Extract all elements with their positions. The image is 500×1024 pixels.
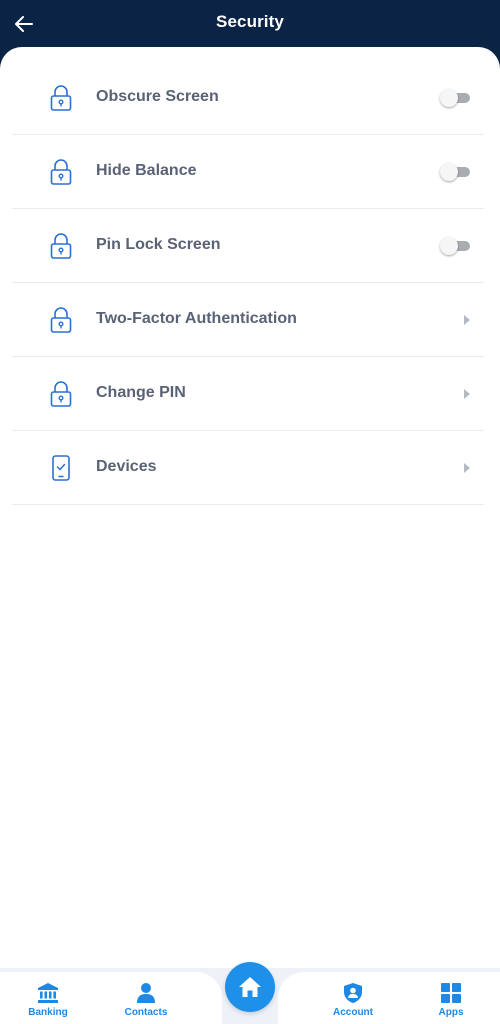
bank-icon (38, 983, 58, 1003)
page-title: Security (216, 12, 284, 31)
content-sheet: Obscure Screen Hide Balance Pin Lock Scr… (0, 47, 500, 1024)
obscure-screen-toggle[interactable] (440, 89, 472, 107)
grid-icon (441, 983, 461, 1003)
setting-obscure-screen[interactable]: Obscure Screen (12, 61, 484, 135)
nav-label: Apps (438, 1007, 464, 1018)
setting-two-factor-authentication[interactable]: Two-Factor Authentication (12, 283, 484, 357)
pin-lock-screen-toggle[interactable] (440, 237, 472, 255)
nav-contacts[interactable]: Contacts (111, 982, 181, 1022)
toggle-knob (440, 89, 458, 107)
nav-apps[interactable]: Apps (416, 982, 486, 1022)
setting-label: Obscure Screen (96, 88, 219, 105)
setting-change-pin[interactable]: Change PIN (12, 357, 484, 431)
home-button[interactable] (225, 962, 275, 1012)
setting-hide-balance[interactable]: Hide Balance (12, 135, 484, 209)
shield-user-icon (344, 983, 362, 1003)
chevron-right-icon (464, 463, 470, 473)
setting-label: Devices (96, 458, 157, 475)
setting-pin-lock-screen[interactable]: Pin Lock Screen (12, 209, 484, 283)
setting-label: Two-Factor Authentication (96, 310, 297, 327)
toggle-knob (440, 163, 458, 181)
toggle-knob (440, 237, 458, 255)
lock-icon (48, 379, 74, 409)
nav-banking[interactable]: Banking (13, 982, 83, 1022)
nav-label: Banking (28, 1007, 68, 1018)
nav-account[interactable]: Account (318, 982, 388, 1022)
setting-label: Hide Balance (96, 162, 197, 179)
hide-balance-toggle[interactable] (440, 163, 472, 181)
nav-label: Contacts (124, 1007, 168, 1018)
setting-label: Change PIN (96, 384, 186, 401)
security-settings-list: Obscure Screen Hide Balance Pin Lock Scr… (12, 61, 484, 505)
lock-icon (48, 305, 74, 335)
setting-devices[interactable]: Devices (12, 431, 484, 505)
chevron-right-icon (464, 315, 470, 325)
lock-icon (48, 231, 74, 261)
chevron-right-icon (464, 389, 470, 399)
setting-label: Pin Lock Screen (96, 236, 221, 253)
nav-label: Account (333, 1007, 373, 1018)
lock-icon (48, 83, 74, 113)
person-icon (137, 983, 155, 1003)
home-icon (239, 977, 261, 997)
lock-icon (48, 157, 74, 187)
phone-check-icon (48, 453, 74, 483)
